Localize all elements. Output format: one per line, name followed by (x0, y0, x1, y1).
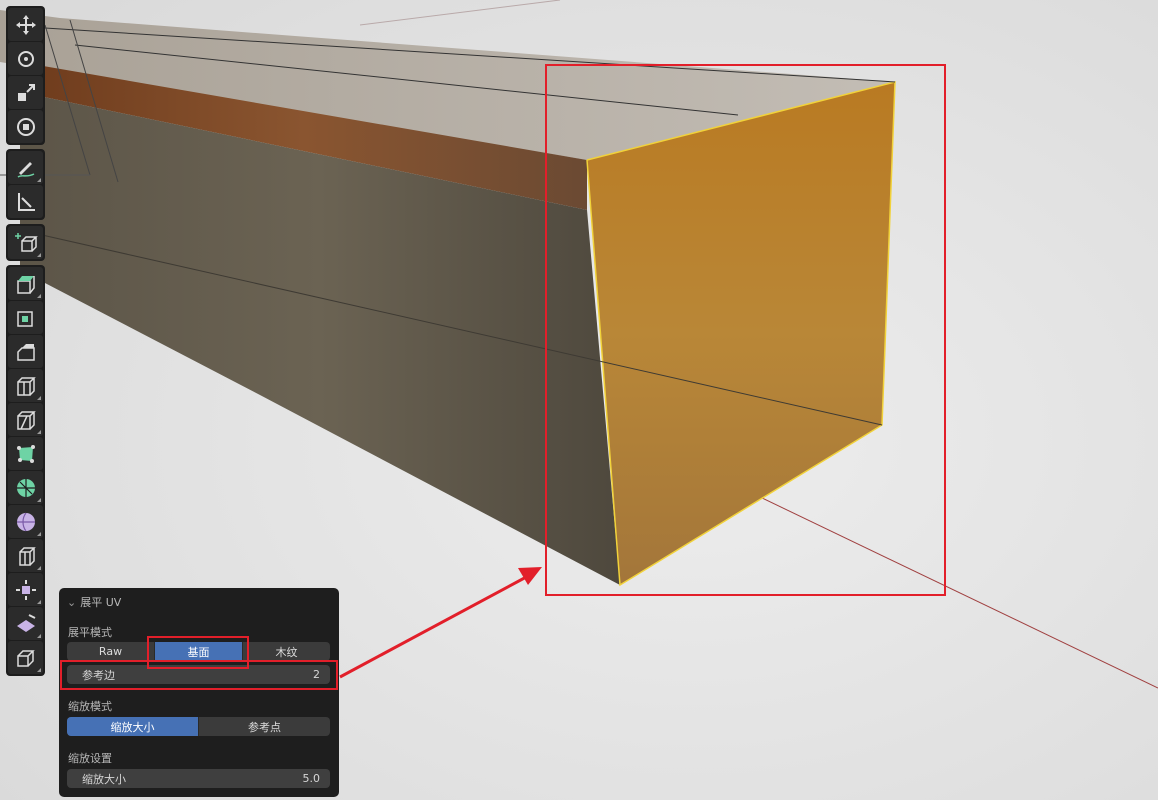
edge-slide-tool-button[interactable] (8, 539, 43, 572)
scale-icon (17, 83, 35, 101)
poly-build-tool-button[interactable] (8, 437, 43, 470)
tool-group-mesh-edit (6, 265, 45, 676)
annotate-tool-button[interactable] (8, 151, 43, 184)
bevel-tool-button[interactable] (8, 335, 43, 368)
panel-header[interactable]: ⌄ 展平 UV (67, 594, 121, 610)
knife-icon (16, 410, 36, 430)
transform-tool-button[interactable] (8, 110, 43, 143)
tool-group-add (6, 224, 45, 261)
scale-size-field[interactable]: 缩放大小 5.0 (67, 769, 330, 788)
add-cube-icon (14, 232, 38, 252)
unwrap-mode-label: 展平模式 (68, 626, 112, 639)
shear-tool-button[interactable] (8, 607, 43, 640)
chevron-down-icon: ⌄ (67, 596, 77, 609)
smooth-sphere-icon (16, 512, 35, 531)
inset-tool-button[interactable] (8, 301, 43, 334)
move-arrows-icon (15, 14, 36, 35)
rotate-tool-button[interactable] (8, 42, 43, 75)
shrink-fatten-icon (15, 579, 36, 600)
panel-title: 展平 UV (80, 596, 122, 609)
tool-group-transform (6, 6, 45, 145)
add-cube-tool-button[interactable] (8, 226, 43, 259)
bevel-icon (16, 343, 35, 361)
measure-ruler-icon (17, 192, 35, 211)
edge-slide-icon (18, 546, 36, 566)
transform-icon (16, 117, 35, 136)
tool-group-annotate (6, 149, 45, 220)
spin-tool-button[interactable] (8, 471, 43, 504)
scale-settings-label: 缩放设置 (68, 752, 112, 765)
reference-edge-highlight (60, 660, 338, 690)
scale-size-label: 缩放大小 (82, 772, 126, 786)
loop-cut-icon (16, 376, 36, 396)
knife-tool-button[interactable] (8, 403, 43, 436)
annotate-pencil-icon (17, 161, 34, 178)
extrude-region-icon (16, 275, 35, 294)
spin-icon (16, 478, 35, 497)
scale-tool-button[interactable] (8, 76, 43, 109)
smooth-tool-button[interactable] (8, 505, 43, 538)
unwrap-mode-raw[interactable]: Raw (67, 642, 155, 661)
inset-faces-icon (16, 310, 33, 327)
loop-cut-tool-button[interactable] (8, 369, 43, 402)
shrink-fatten-tool-button[interactable] (8, 573, 43, 606)
scale-mode-reference-point[interactable]: 参考点 (199, 717, 330, 736)
shear-icon (16, 613, 35, 632)
extrude-tool-button[interactable] (8, 267, 43, 300)
measure-tool-button[interactable] (8, 185, 43, 218)
rotate-icon (17, 50, 34, 67)
poly-build-icon (16, 444, 35, 463)
scale-mode-label: 缩放模式 (68, 700, 112, 713)
rip-region-icon (16, 649, 35, 667)
unwrap-uv-panel: ⌄ 展平 UV 展平模式 Raw 基面 木纹 参考边 2 缩放模式 缩放大小 参考… (59, 588, 339, 797)
rip-region-tool-button[interactable] (8, 641, 43, 674)
scale-mode-size[interactable]: 缩放大小 (67, 717, 199, 736)
scale-size-value: 5.0 (302, 772, 321, 785)
unwrap-mode-wood-grain[interactable]: 木纹 (243, 642, 330, 661)
tool-shelf (6, 6, 45, 676)
scale-mode-selector: 缩放大小 参考点 (67, 717, 330, 736)
move-tool-button[interactable] (8, 8, 43, 41)
